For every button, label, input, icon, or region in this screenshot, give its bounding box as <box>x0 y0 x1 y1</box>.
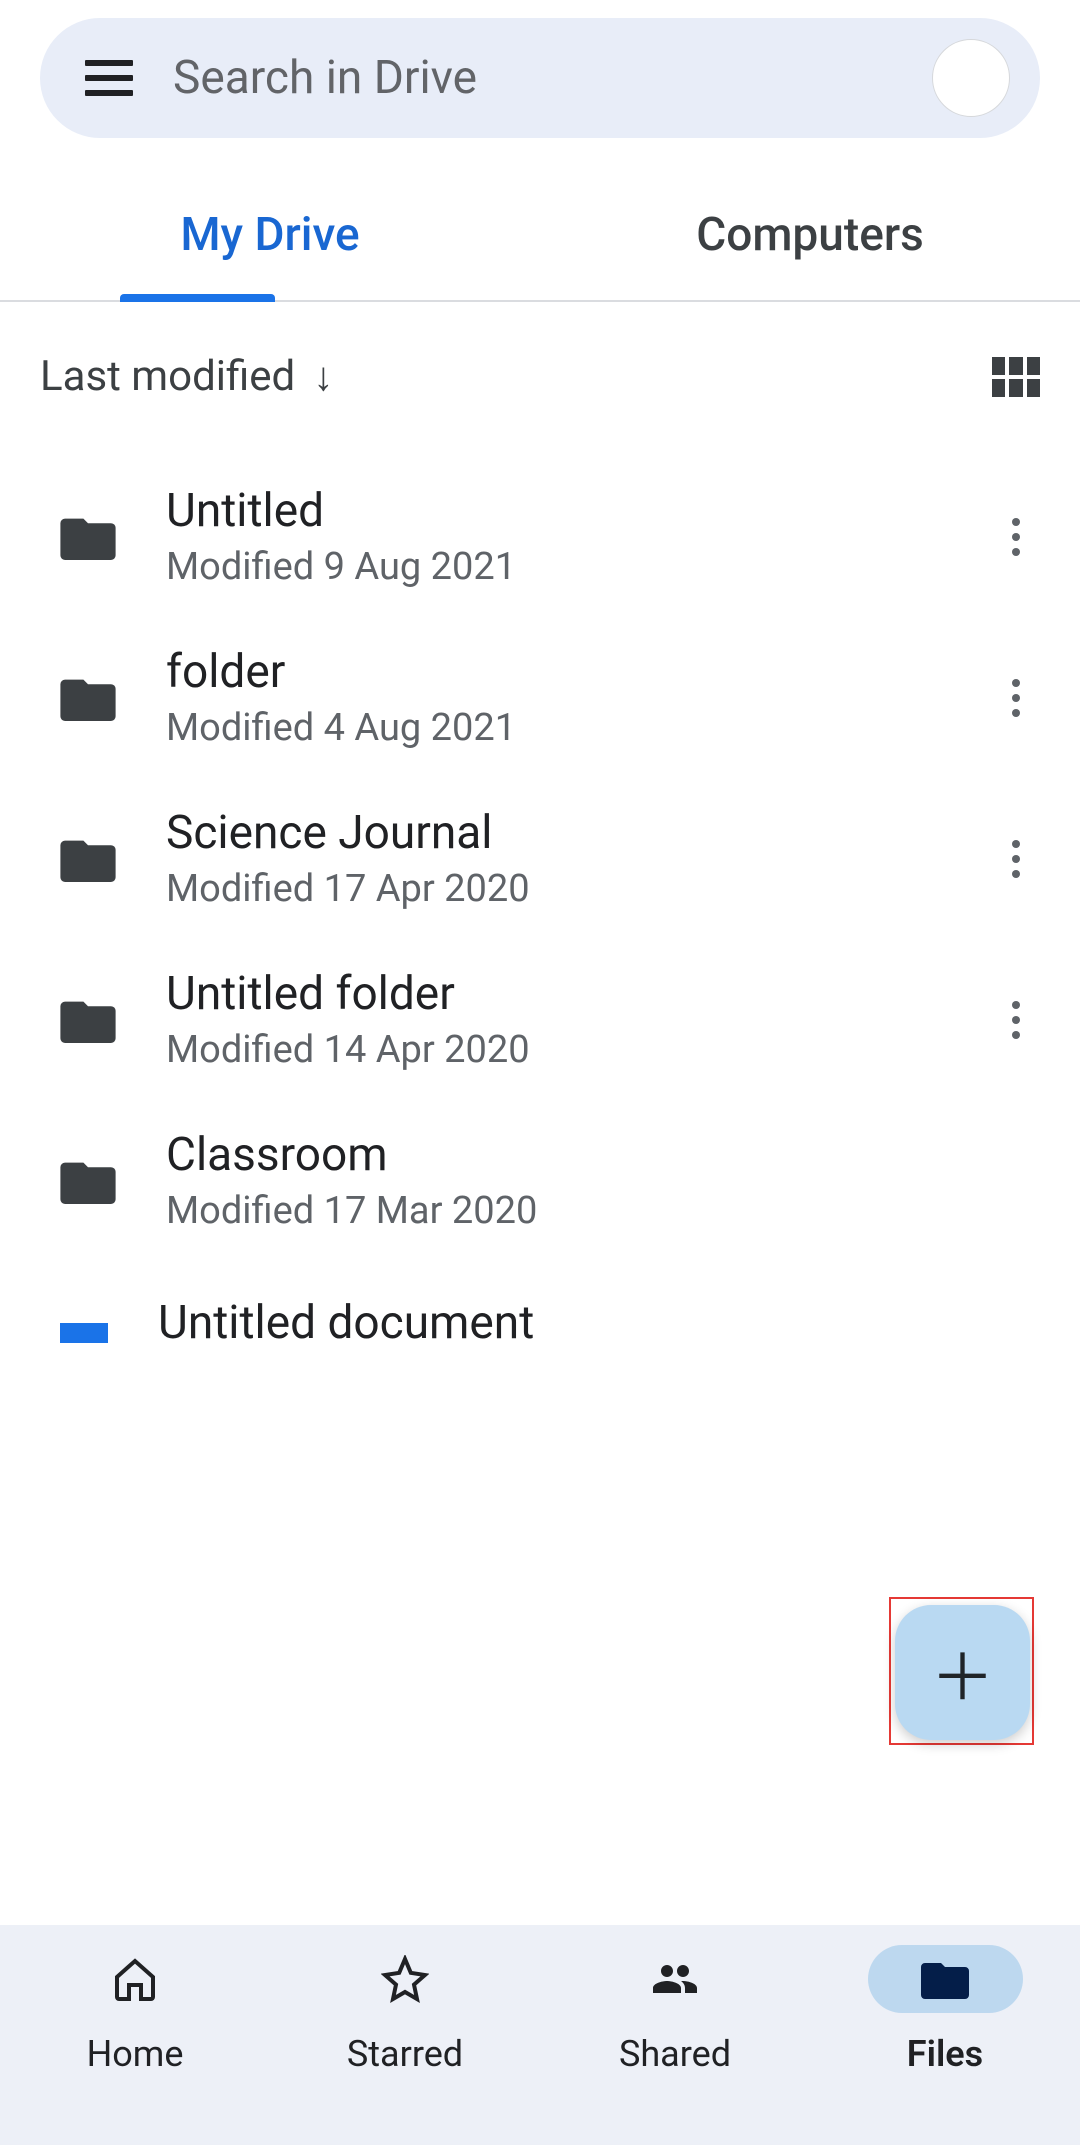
menu-icon[interactable] <box>85 54 133 102</box>
tab-computers[interactable]: Computers <box>540 178 1080 300</box>
nav-shared[interactable]: Shared <box>540 1945 810 2145</box>
folder-filled-icon <box>921 1955 969 2003</box>
home-icon <box>111 1955 159 2003</box>
nav-label: Shared <box>619 2033 731 2075</box>
people-icon <box>651 1955 699 2003</box>
file-text: Science Journal Modified 17 Apr 2020 <box>166 806 942 911</box>
file-modified: Modified 17 Mar 2020 <box>166 1189 1040 1233</box>
star-icon <box>381 1955 429 2003</box>
list-item[interactable]: Science Journal Modified 17 Apr 2020 <box>0 778 1080 939</box>
file-text: Untitled document <box>158 1296 1040 1350</box>
file-text: folder Modified 4 Aug 2021 <box>166 645 942 750</box>
file-modified: Modified 14 Apr 2020 <box>166 1028 942 1072</box>
list-item[interactable]: Classroom Modified 17 Mar 2020 <box>0 1100 1080 1261</box>
search-input[interactable]: Search in Drive <box>173 51 932 105</box>
file-name: folder <box>166 645 942 699</box>
plus-icon: ＋ <box>931 1627 995 1719</box>
list-item[interactable]: Untitled Modified 9 Aug 2021 <box>0 456 1080 617</box>
overflow-menu-icon[interactable] <box>992 513 1040 561</box>
grid-view-icon[interactable] <box>992 357 1040 397</box>
folder-icon <box>60 514 116 560</box>
bottom-nav: Home Starred Shared Files <box>0 1925 1080 2145</box>
nav-label: Home <box>87 2033 184 2075</box>
tab-my-drive[interactable]: My Drive <box>0 178 540 300</box>
folder-icon <box>60 675 116 721</box>
file-name: Classroom <box>166 1128 1040 1182</box>
file-modified: Modified 4 Aug 2021 <box>166 706 942 750</box>
nav-home[interactable]: Home <box>0 1945 270 2145</box>
overflow-menu-icon[interactable] <box>992 996 1040 1044</box>
file-name: Science Journal <box>166 806 942 860</box>
arrow-down-icon: ↓ <box>313 353 333 400</box>
overflow-menu-icon[interactable] <box>992 835 1040 883</box>
file-modified: Modified 9 Aug 2021 <box>166 545 942 589</box>
list-item[interactable]: folder Modified 4 Aug 2021 <box>0 617 1080 778</box>
file-text: Untitled Modified 9 Aug 2021 <box>166 484 942 589</box>
search-bar[interactable]: Search in Drive <box>40 18 1040 138</box>
file-name: Untitled <box>166 484 942 538</box>
file-list: Untitled Modified 9 Aug 2021 folder Modi… <box>0 456 1080 1378</box>
overflow-menu-icon[interactable] <box>992 674 1040 722</box>
add-button[interactable]: ＋ <box>895 1605 1030 1740</box>
sort-button[interactable]: Last modified ↓ <box>40 352 333 401</box>
nav-files[interactable]: Files <box>810 1945 1080 2145</box>
sort-bar: Last modified ↓ <box>0 302 1080 456</box>
nav-starred[interactable]: Starred <box>270 1945 540 2145</box>
folder-icon <box>60 1158 116 1204</box>
file-name: Untitled document <box>158 1296 1040 1350</box>
file-modified: Modified 17 Apr 2020 <box>166 867 942 911</box>
tab-indicator <box>120 294 275 302</box>
doc-icon <box>60 1323 108 1343</box>
avatar[interactable] <box>932 39 1010 117</box>
list-item[interactable]: Untitled folder Modified 14 Apr 2020 <box>0 939 1080 1100</box>
file-text: Classroom Modified 17 Mar 2020 <box>166 1128 1040 1233</box>
file-name: Untitled folder <box>166 967 942 1021</box>
sort-label-text: Last modified <box>40 352 295 401</box>
nav-label: Starred <box>347 2033 463 2075</box>
file-text: Untitled folder Modified 14 Apr 2020 <box>166 967 942 1072</box>
tabs: My Drive Computers <box>0 178 1080 302</box>
nav-label: Files <box>907 2033 983 2075</box>
folder-icon <box>60 997 116 1043</box>
list-item[interactable]: Untitled document <box>0 1261 1080 1378</box>
folder-icon <box>60 836 116 882</box>
